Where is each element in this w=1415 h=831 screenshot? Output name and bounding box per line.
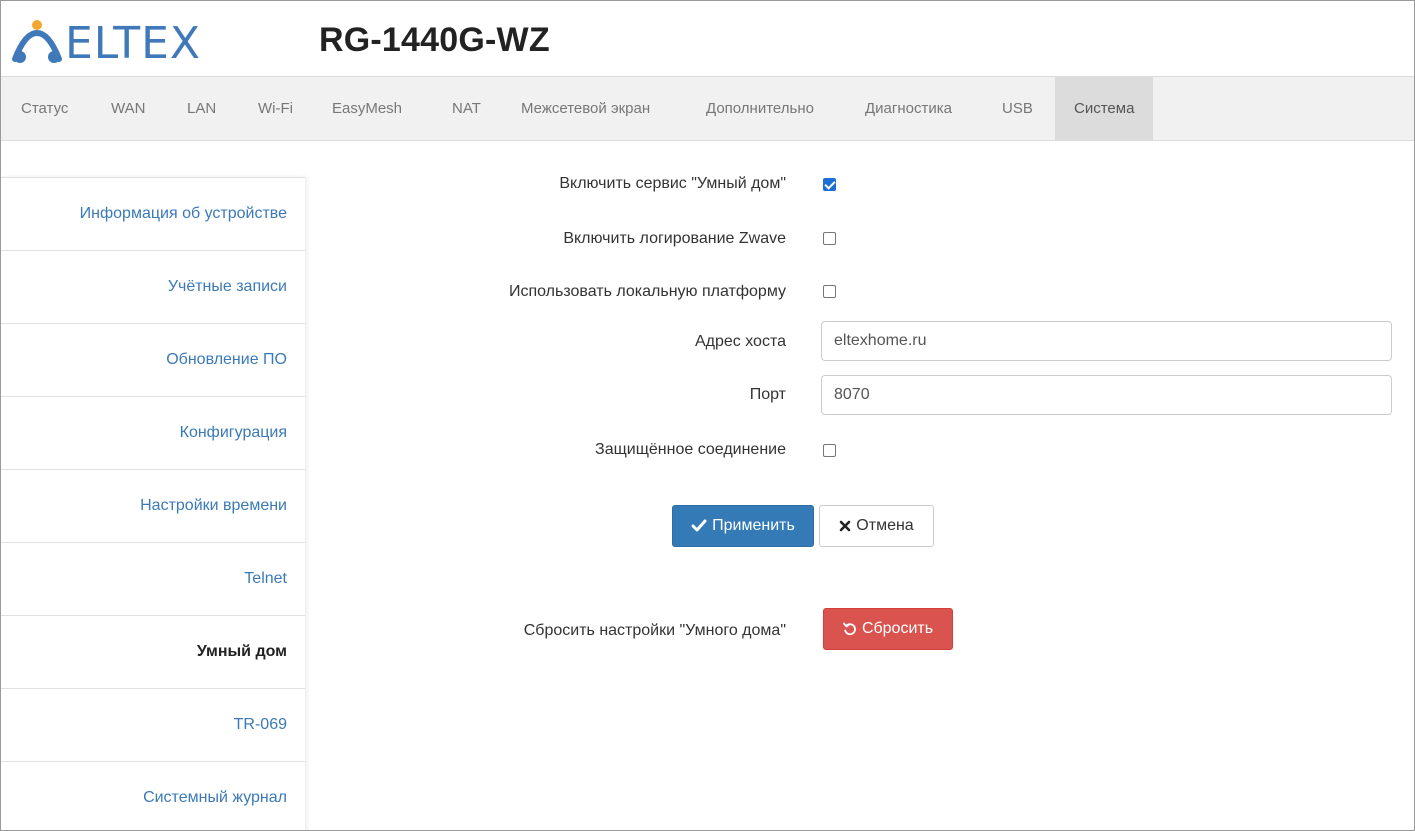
enable-zwave-log-checkbox[interactable] [823,232,836,245]
apply-button-label: Применить [712,517,795,534]
device-model: RG-1440G-WZ [319,21,550,59]
secure-connection-checkbox[interactable] [823,444,836,457]
eltex-logo: ELTEX [12,18,201,65]
sidebar-item-configuration[interactable]: Конфигурация [1,396,305,469]
app-window: ELTEX RG-1440G-WZ Статус WAN LAN Wi-Fi E… [0,0,1415,831]
tab-system[interactable]: Система [1055,77,1154,140]
secure-connection-label: Защищённое соединение [595,441,786,458]
check-icon [691,519,707,533]
cancel-button-label: Отмена [856,517,914,534]
sidebar-item-time-settings[interactable]: Настройки времени [1,469,305,542]
enable-service-label: Включить сервис "Умный дом" [559,175,786,192]
tab-lan[interactable]: LAN [187,77,216,140]
tab-usb[interactable]: USB [1002,77,1033,140]
tab-advanced[interactable]: Дополнительно [706,77,814,140]
reset-smart-home-label: Сбросить настройки "Умного дома" [523,622,786,639]
use-local-platform-checkbox[interactable] [823,285,836,298]
sidebar: Информация об устройстве Учётные записи … [1,177,305,830]
header: ELTEX RG-1440G-WZ [1,1,1414,76]
enable-zwave-log-label: Включить логирование Zwave [563,230,786,247]
tab-nat[interactable]: NAT [452,77,481,140]
tab-firewall[interactable]: Межсетевой экран [521,77,650,140]
reset-button[interactable]: Сбросить [823,608,953,650]
main-nav: Статус WAN LAN Wi-Fi EasyMesh NAT Межсет… [1,76,1414,141]
tab-diagnostics[interactable]: Диагностика [865,77,952,140]
tab-easymesh[interactable]: EasyMesh [332,77,402,140]
port-input[interactable] [821,375,1392,415]
sidebar-item-telnet[interactable]: Telnet [1,542,305,615]
reset-button-label: Сбросить [861,620,934,637]
tab-status[interactable]: Статус [21,77,68,140]
apply-button[interactable]: Применить [672,505,814,547]
sidebar-item-system-log[interactable]: Системный журнал [1,761,305,830]
sidebar-item-smart-home[interactable]: Умный дом [1,615,305,688]
port-label: Порт [749,386,786,403]
close-icon [839,520,851,532]
enable-service-checkbox[interactable] [823,178,836,191]
use-local-platform-label: Использовать локальную платформу [508,283,786,300]
sidebar-item-tr069[interactable]: TR-069 [1,688,305,761]
tab-wifi[interactable]: Wi-Fi [258,77,293,140]
undo-icon [843,622,857,636]
sidebar-item-device-info[interactable]: Информация об устройстве [1,177,305,250]
logo-text: ELTEX [65,18,201,65]
sidebar-item-accounts[interactable]: Учётные записи [1,250,305,323]
cancel-button[interactable]: Отмена [819,505,934,547]
host-address-label: Адрес хоста [694,333,786,350]
host-address-input[interactable] [821,321,1392,361]
tab-wan[interactable]: WAN [111,77,145,140]
sidebar-item-firmware-update[interactable]: Обновление ПО [1,323,305,396]
